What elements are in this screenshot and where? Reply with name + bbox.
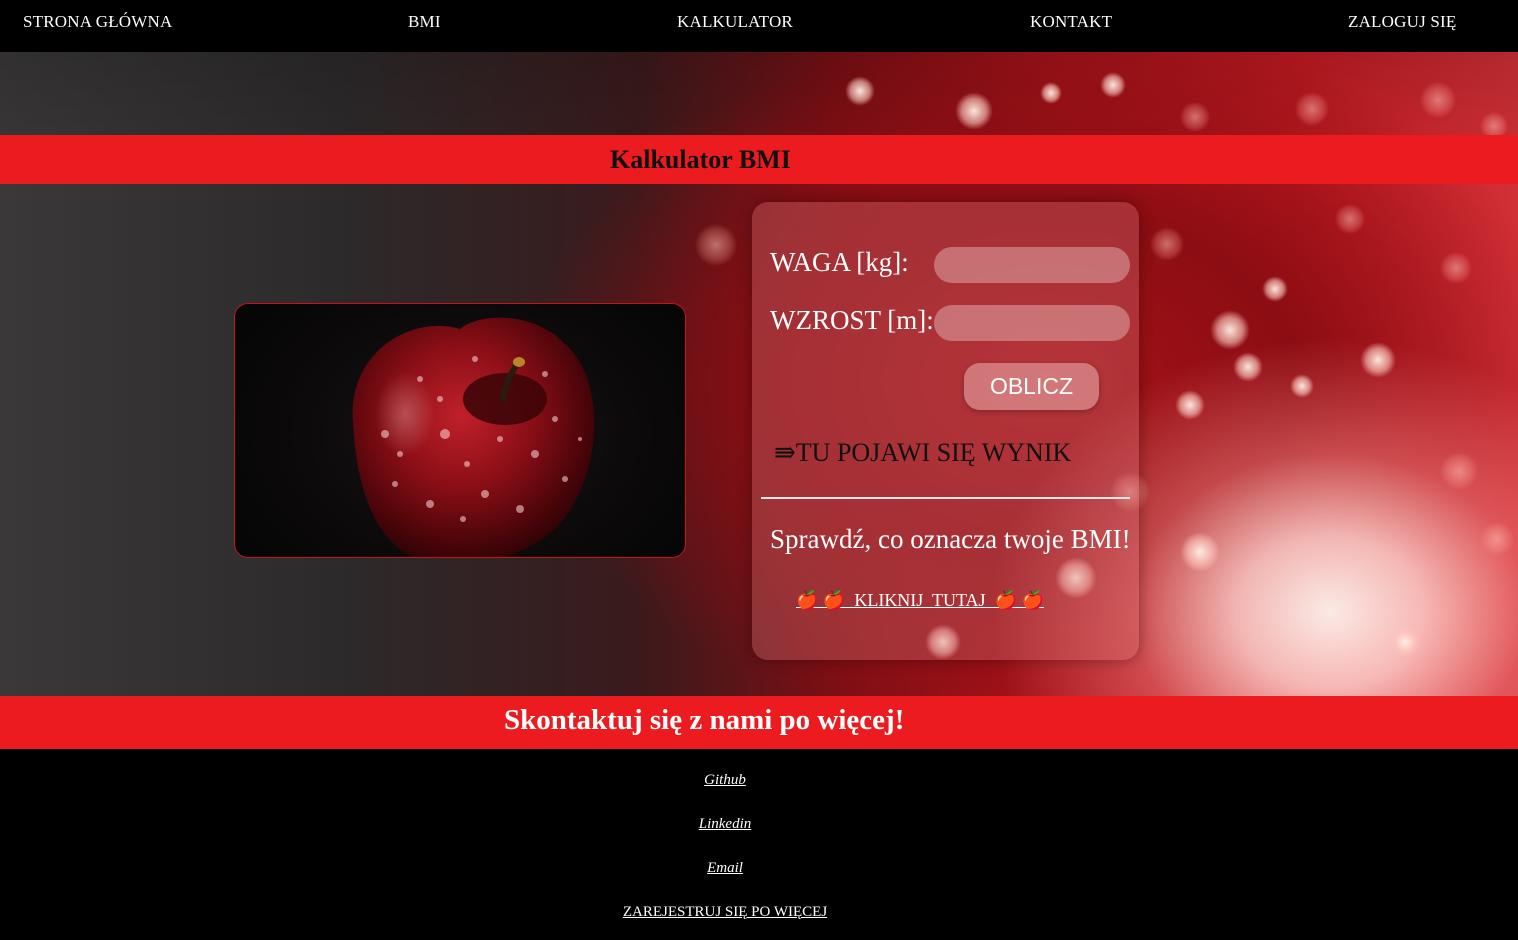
calculate-button[interactable]: OBLICZ (964, 363, 1099, 410)
bmi-form-panel: WAGA [kg]: WZROST [m]: OBLICZ ⇛TU POJAWI… (752, 202, 1139, 660)
top-navigation: STRONA GŁÓWNA BMI KALKULATOR KONTAKT ZAL… (0, 0, 1518, 52)
bokeh-light (1440, 452, 1478, 490)
email-link[interactable]: Email (707, 860, 743, 877)
nav-link-login[interactable]: ZALOGUJ SIĘ (1348, 12, 1456, 32)
contact-band: Skontaktuj się z nami po więcej! (0, 696, 1518, 749)
bokeh-light (1390, 627, 1420, 657)
register-link[interactable]: ZAREJESTRUJ SIĘ PO WIĘCEJ (623, 904, 827, 921)
bokeh-light (1420, 82, 1456, 118)
nav-link-contact[interactable]: KONTAKT (1030, 12, 1112, 32)
bokeh-light (1233, 352, 1263, 382)
bokeh-light (1150, 227, 1184, 261)
bokeh-light (1290, 374, 1314, 398)
result-text: ⇛TU POJAWI SIĘ WYNIK (774, 438, 1072, 467)
bokeh-light (1210, 310, 1250, 350)
nav-link-calculator[interactable]: KALKULATOR (677, 12, 793, 32)
bokeh-light (1180, 102, 1210, 132)
nav-link-bmi[interactable]: BMI (408, 12, 441, 32)
check-bmi-text: Sprawdź, co oznacza twoje BMI! (770, 524, 1131, 554)
click-here-link[interactable]: 🍎 🍎 KLIKNIJ TUTAJ 🍎 🍎 (796, 590, 1044, 611)
github-link[interactable]: Github (704, 772, 746, 789)
contact-heading: Skontaktuj się z nami po więcej! (504, 704, 905, 736)
bokeh-light (695, 224, 737, 266)
weight-label: WAGA [kg]: (770, 247, 909, 277)
apple-illustration (352, 317, 595, 557)
hero-top-shade (0, 52, 1518, 135)
bokeh-light (845, 76, 875, 106)
weight-input[interactable] (934, 247, 1130, 283)
bokeh-light (955, 92, 993, 130)
divider (761, 497, 1130, 499)
bokeh-light (1295, 92, 1329, 126)
bokeh-light (1440, 252, 1472, 284)
bokeh-light (1335, 204, 1365, 234)
apple-image (234, 303, 686, 558)
bokeh-light (1100, 72, 1126, 98)
height-label: WZROST [m]: (770, 305, 934, 335)
footer: Github Linkedin Email ZAREJESTRUJ SIĘ PO… (0, 749, 1518, 940)
nav-link-home[interactable]: STRONA GŁÓWNA (23, 12, 172, 32)
bokeh-light (1180, 532, 1220, 572)
page-title: Kalkulator BMI (610, 145, 791, 174)
bokeh-light (1175, 390, 1205, 420)
bokeh-light (1040, 82, 1062, 104)
bokeh-light (1480, 522, 1514, 556)
linkedin-link[interactable]: Linkedin (699, 816, 752, 833)
height-input[interactable] (934, 305, 1130, 341)
title-band: Kalkulator BMI (0, 135, 1518, 184)
bokeh-light (1360, 342, 1396, 378)
bokeh-light (1262, 276, 1288, 302)
